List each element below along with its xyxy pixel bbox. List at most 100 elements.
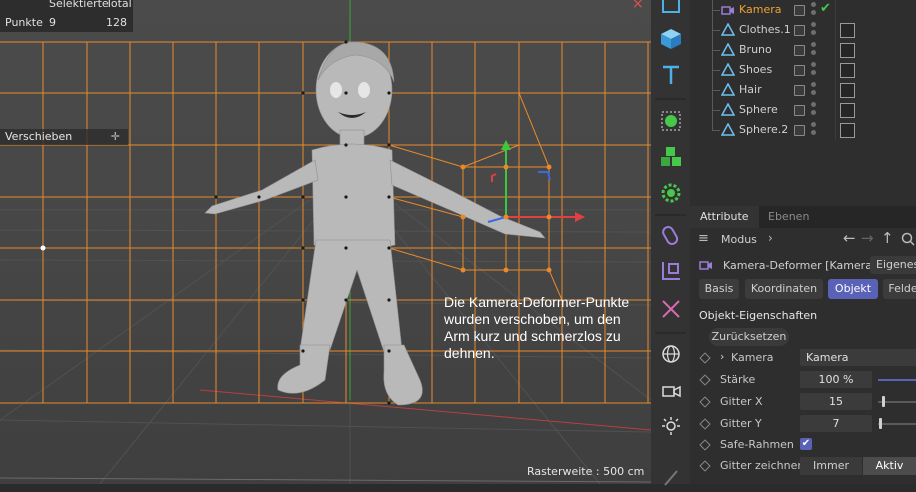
render-dots[interactable] <box>811 2 816 18</box>
strength-slider[interactable] <box>878 379 916 381</box>
visibility-checkbox[interactable] <box>794 85 805 96</box>
generator-cubes-icon[interactable] <box>656 142 686 172</box>
tree-branch <box>712 30 720 31</box>
annotation-text: Die Kamera-Deformer-Punkte wurden versch… <box>444 294 630 361</box>
property-gitter-y: Gitter Y 7 <box>690 414 916 434</box>
tree-line <box>712 120 713 130</box>
render-dots[interactable] <box>811 42 816 58</box>
render-dots[interactable] <box>811 82 816 98</box>
subtab-felder[interactable]: Felde <box>883 279 916 299</box>
globe-scene-icon[interactable] <box>656 340 686 370</box>
grid-size-readout: Rasterweite : 500 cm <box>527 465 645 478</box>
spline-select-icon[interactable] <box>656 106 686 136</box>
property-gitter-zeichnen: Gitter zeichnen Immer Aktiv <box>690 456 916 476</box>
render-dots[interactable] <box>811 22 816 38</box>
object-row[interactable]: Bruno <box>690 40 916 60</box>
visibility-checkbox[interactable] <box>794 25 805 36</box>
strength-field[interactable]: 100 % <box>800 371 872 388</box>
render-dots[interactable] <box>811 122 816 138</box>
grid-y-field[interactable]: 7 <box>800 415 872 432</box>
bend-deformer-icon[interactable] <box>656 294 686 324</box>
stats-row-label: Punkte <box>5 16 43 29</box>
polygon-object-icon <box>721 83 735 96</box>
mode-label[interactable]: Modus <box>721 233 757 246</box>
object-row[interactable]: Clothes.1 <box>690 20 916 40</box>
camera-scene-icon[interactable] <box>656 376 686 406</box>
camera-link-field[interactable]: Kamera <box>800 349 916 366</box>
material-tag-icon[interactable] <box>840 123 855 138</box>
object-row[interactable]: Sphere.2 <box>690 120 916 140</box>
back-arrow-icon[interactable]: ← <box>843 229 856 247</box>
keyframe-diamond-icon[interactable] <box>699 439 711 451</box>
object-row[interactable]: Kamera ✔ <box>690 0 916 20</box>
object-name: Hair <box>739 83 762 96</box>
column-divider <box>835 60 836 80</box>
polygon-object-icon <box>721 103 735 116</box>
close-icon[interactable]: × <box>632 0 644 12</box>
visibility-checkbox[interactable] <box>794 45 805 56</box>
render-dots[interactable] <box>811 102 816 118</box>
column-divider <box>835 80 836 100</box>
render-dots[interactable] <box>811 62 816 78</box>
keyframe-diamond-icon[interactable] <box>699 396 711 408</box>
material-tag-icon[interactable] <box>840 103 855 118</box>
tab-ebenen[interactable]: Ebenen <box>758 206 819 228</box>
visibility-checkbox[interactable] <box>794 105 805 116</box>
grid-y-slider[interactable] <box>878 423 916 425</box>
search-icon[interactable] <box>901 232 915 246</box>
light-scene-icon[interactable] <box>656 412 686 442</box>
keyframe-diamond-icon[interactable] <box>699 352 711 364</box>
up-arrow-icon[interactable]: ↑ <box>881 229 894 247</box>
material-tag-icon[interactable] <box>840 83 855 98</box>
scale-icon[interactable] <box>656 256 686 286</box>
object-row[interactable]: Sphere <box>690 100 916 120</box>
draw-grid-option-aktiv[interactable]: Aktiv <box>863 457 916 475</box>
grid-y-slider-knob[interactable] <box>879 418 882 429</box>
material-tag-icon[interactable] <box>840 43 855 58</box>
enabled-check-icon[interactable]: ✔ <box>820 1 831 16</box>
grid-x-field[interactable]: 15 <box>800 393 872 410</box>
keyframe-diamond-icon[interactable] <box>699 460 711 472</box>
reset-button[interactable]: Zurücksetzen <box>709 328 789 346</box>
material-tag-icon[interactable] <box>840 23 855 38</box>
object-row[interactable]: Shoes <box>690 60 916 80</box>
paint-brush-icon[interactable] <box>656 220 686 250</box>
text-icon[interactable] <box>656 60 686 90</box>
layer-icon[interactable] <box>656 0 686 20</box>
toolbar-separator <box>655 214 686 216</box>
right-panel: Kamera ✔ Clothes.1 Bruno Shoes Hair Sphe… <box>690 0 916 484</box>
visibility-checkbox[interactable] <box>794 5 805 16</box>
property-kamera: › Kamera Kamera <box>690 348 916 368</box>
tree-branch <box>712 50 720 51</box>
property-label: Gitter Y <box>720 417 762 430</box>
chevron-right-icon[interactable]: › <box>720 350 724 363</box>
own-button[interactable]: Eigenes <box>870 256 916 274</box>
safe-frame-checkbox[interactable]: ✔ <box>800 438 812 450</box>
object-title-bar: Kamera-Deformer [Kamera] Eigenes <box>690 254 916 276</box>
menu-icon[interactable]: ≡ <box>698 231 709 246</box>
chevron-right-icon[interactable]: › <box>768 231 773 245</box>
draw-grid-option-immer[interactable]: Immer <box>800 457 862 475</box>
deformer-gear-icon[interactable] <box>656 178 686 208</box>
subtab-basis[interactable]: Basis <box>699 279 739 299</box>
3d-viewport[interactable]: Selektierte Total Punkte 9 128 Verschieb… <box>0 0 651 484</box>
keyframe-diamond-icon[interactable] <box>699 374 711 386</box>
keyframe-diamond-icon[interactable] <box>699 418 711 430</box>
subtab-koordinaten[interactable]: Koordinaten <box>745 279 823 299</box>
brush-icon[interactable] <box>656 462 686 492</box>
visibility-checkbox[interactable] <box>794 125 805 136</box>
visibility-checkbox[interactable] <box>794 65 805 76</box>
tab-attribute[interactable]: Attribute <box>690 206 759 228</box>
section-title: Objekt-Eigenschaften <box>699 309 818 322</box>
cube-icon[interactable] <box>656 24 686 54</box>
tree-branch <box>712 10 720 11</box>
property-label: Safe-Rahmen <box>720 438 794 451</box>
material-tag-icon[interactable] <box>840 63 855 78</box>
left-toolbar <box>651 0 690 486</box>
grid-x-slider-knob[interactable] <box>882 396 885 407</box>
object-name: Sphere.2 <box>739 123 789 136</box>
object-row[interactable]: Hair <box>690 80 916 100</box>
polygon-object-icon <box>721 123 735 136</box>
forward-arrow-icon[interactable]: → <box>861 229 874 247</box>
subtab-objekt[interactable]: Objekt <box>828 279 878 299</box>
